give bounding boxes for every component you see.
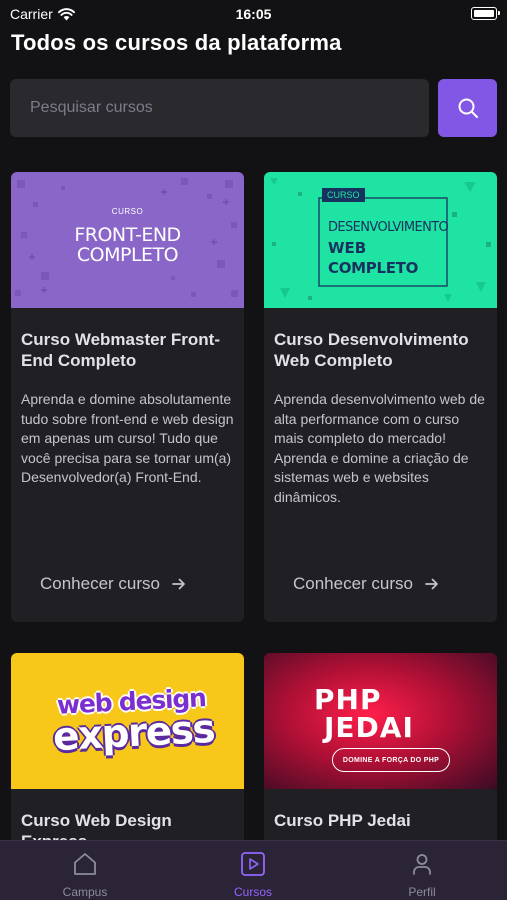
home-icon <box>74 853 96 875</box>
user-icon <box>413 854 431 875</box>
status-bar: Carrier 16:05 <box>0 0 507 28</box>
tab-campus[interactable]: Campus <box>25 841 145 900</box>
thumbnail-headline: COMPLETO <box>328 259 419 277</box>
tab-perfil[interactable]: Perfil <box>362 841 482 900</box>
thumbnail-headline: WEB <box>328 239 367 257</box>
course-description: Aprenda e domine absolutamente tudo sobr… <box>21 391 234 485</box>
course-thumbnail: CURSO FRONT-END COMPLETO <box>11 172 244 308</box>
thumbnail-headline: JEDAI <box>324 711 414 744</box>
course-card-desenvolvimento-web[interactable]: CURSO DESENVOLVIMENTO WEB COMPLETO Curso… <box>264 172 497 622</box>
thumbnail-kicker: CURSO <box>111 207 144 216</box>
course-title: Curso Webmaster Front-End Completo <box>21 330 220 370</box>
course-title: Curso PHP Jedai <box>274 811 411 830</box>
tab-cursos[interactable]: Cursos <box>193 841 313 900</box>
course-thumbnail: web design express <box>11 653 244 789</box>
arrow-right-icon <box>172 578 185 590</box>
tab-label: Cursos <box>233 885 272 899</box>
search-icon <box>458 98 478 118</box>
course-link[interactable]: Conhecer curso <box>40 574 186 594</box>
course-thumbnail: PHP JEDAI DOMINE A FORÇA DO PHP <box>264 653 497 789</box>
course-link[interactable]: Conhecer curso <box>293 574 439 594</box>
course-description: Aprenda desenvolvimento web de alta perf… <box>274 391 485 505</box>
course-link-label: Conhecer curso <box>40 574 161 593</box>
tab-bar: Campus Cursos Perfil <box>0 840 507 900</box>
thumbnail-headline: DESENVOLVIMENTO <box>328 220 449 235</box>
course-title: Curso Desenvolvimento Web Completo <box>274 330 469 370</box>
arrow-right-icon <box>425 578 438 590</box>
search-input[interactable] <box>10 79 429 137</box>
course-card-front-end[interactable]: CURSO FRONT-END COMPLETO Curso Webmaster… <box>11 172 244 622</box>
thumbnail-headline: FRONT-END <box>74 224 181 246</box>
course-thumbnail: CURSO DESENVOLVIMENTO WEB COMPLETO <box>264 172 497 308</box>
play-square-icon <box>241 852 265 876</box>
thumbnail-headline: COMPLETO <box>76 244 179 266</box>
tab-label: Perfil <box>408 885 436 899</box>
page-title: Todos os cursos da plataforma <box>11 30 342 55</box>
course-link-label: Conhecer curso <box>293 574 414 593</box>
search-button[interactable] <box>438 79 497 137</box>
thumbnail-tagline: DOMINE A FORÇA DO PHP <box>332 748 450 772</box>
tab-label: Campus <box>62 885 108 899</box>
clock: 16:05 <box>235 6 272 22</box>
thumbnail-kicker: CURSO <box>322 188 365 202</box>
thumbnail-headline: express <box>51 706 216 761</box>
battery-icon <box>471 7 500 20</box>
